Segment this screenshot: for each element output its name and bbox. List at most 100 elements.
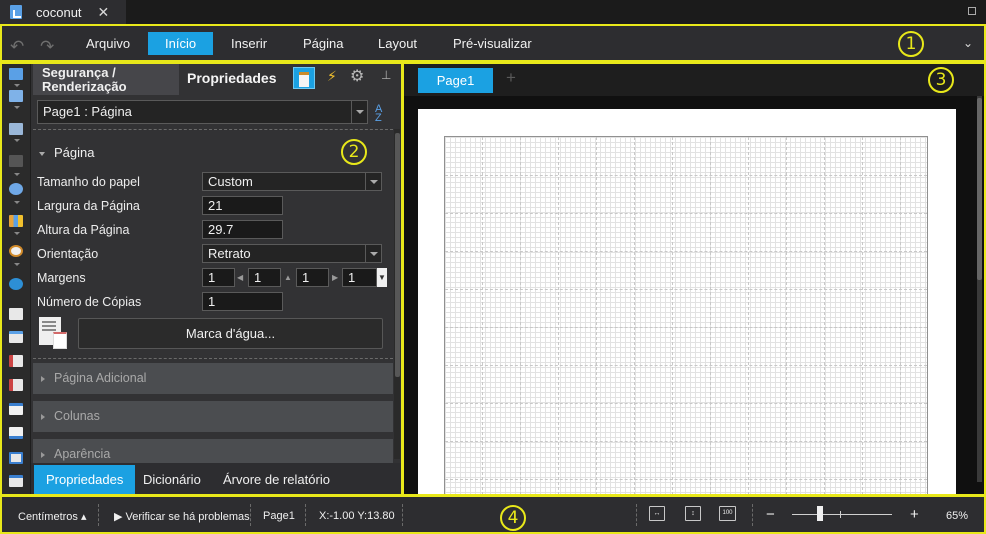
margin-left-arrow-icon[interactable]: ◀ xyxy=(237,273,243,282)
margin-top-input[interactable]: 1 xyxy=(296,268,329,287)
margin-right-arrow-icon[interactable]: ▲ xyxy=(284,273,292,282)
pin-icon[interactable]: ⊥ xyxy=(381,68,391,82)
expand-arrow-icon[interactable] xyxy=(14,84,20,87)
expand-caret-icon xyxy=(41,413,45,420)
tab-security-rendering[interactable]: Segurança / Renderização xyxy=(33,64,179,95)
fit-width-icon[interactable]: ↔ xyxy=(649,506,665,521)
menu-inicio[interactable]: Início xyxy=(148,32,214,55)
margin-left-input[interactable]: 1 xyxy=(202,268,235,287)
chart-tool-icon[interactable] xyxy=(9,215,23,227)
report-page[interactable] xyxy=(418,109,956,495)
canvas-scrollbar-thumb[interactable] xyxy=(977,98,982,280)
menu-pagina[interactable]: Página xyxy=(286,32,360,55)
band-tool-icon[interactable] xyxy=(9,68,23,80)
sort-az-icon[interactable]: AZ xyxy=(375,104,382,124)
gear-icon[interactable]: ⚙ xyxy=(350,66,364,86)
expand-caret-icon xyxy=(41,451,45,458)
image-tool-icon[interactable] xyxy=(9,355,23,367)
annotation-badge-4: 4 xyxy=(500,505,526,531)
expand-arrow-icon[interactable] xyxy=(14,232,20,235)
tab-report-tree[interactable]: Árvore de relatório xyxy=(211,465,342,495)
object-selector-value: Page1 : Página xyxy=(43,104,132,119)
units-selector[interactable]: Centímetros ▴ xyxy=(18,510,87,523)
menu-arquivo[interactable]: Arquivo xyxy=(69,32,147,55)
check-issues-button[interactable]: ▶ Verificar se há problemas xyxy=(114,510,250,523)
annotation-badge-3: 3 xyxy=(928,67,954,93)
chevron-down-icon xyxy=(365,245,381,262)
zoom-slider-track[interactable] xyxy=(792,514,892,515)
restore-window-icon[interactable] xyxy=(968,7,976,15)
table-tool-icon[interactable] xyxy=(9,452,23,464)
expand-arrow-icon[interactable] xyxy=(14,139,20,142)
zoom-slider-thumb[interactable] xyxy=(817,506,823,521)
panel-tool-icon[interactable] xyxy=(9,403,23,415)
checkbox-tool-icon[interactable] xyxy=(9,379,23,391)
document-title: coconut xyxy=(36,4,82,20)
tab-rendering-label: Renderização xyxy=(42,79,127,94)
tab-page1[interactable]: Page1 xyxy=(418,68,493,93)
section-additional-page[interactable]: Página Adicional xyxy=(33,363,393,394)
watermark-button[interactable]: Marca d'água... xyxy=(78,318,383,349)
tab-properties[interactable]: Propriedades xyxy=(187,70,276,86)
zoom-100-button[interactable]: 100 xyxy=(719,506,736,521)
properties-scrollbar-thumb[interactable] xyxy=(395,133,400,377)
add-page-icon[interactable]: + xyxy=(506,68,516,88)
section-appearance[interactable]: Aparência xyxy=(33,439,393,463)
page-height-input[interactable]: 29.7 xyxy=(202,220,283,239)
fit-height-icon[interactable]: ↕ xyxy=(685,506,701,521)
title-bar: coconut ✕ xyxy=(0,0,986,24)
design-canvas[interactable] xyxy=(404,96,984,495)
barcode-tool-icon[interactable] xyxy=(9,155,23,167)
subreport-tool-icon[interactable] xyxy=(9,427,23,439)
margin-bottom-arrow-icon[interactable]: ▼ xyxy=(377,268,387,287)
rich-text-tool-icon[interactable] xyxy=(9,331,23,343)
chevron-down-icon[interactable]: ⌄ xyxy=(963,36,973,50)
zoom-out-button[interactable]: − xyxy=(766,506,775,523)
section-page-header[interactable]: Página xyxy=(39,145,94,160)
section-columns[interactable]: Colunas xyxy=(33,401,393,432)
page-width-input[interactable]: 21 xyxy=(202,196,283,215)
orientation-select[interactable]: Retrato xyxy=(202,244,382,263)
margin-bottom-input[interactable]: 1 xyxy=(342,268,377,287)
menu-inserir[interactable]: Inserir xyxy=(214,32,284,55)
expand-arrow-icon[interactable] xyxy=(14,201,20,204)
undo-icon[interactable]: ↶ xyxy=(10,37,24,57)
properties-icon[interactable] xyxy=(293,67,315,89)
cross-tab-tool-icon[interactable] xyxy=(9,475,23,487)
menu-layout[interactable]: Layout xyxy=(361,32,434,55)
grid-line xyxy=(445,441,927,442)
play-icon: ▶ xyxy=(114,511,123,523)
chevron-down-icon xyxy=(365,173,381,190)
tab-dictionary[interactable]: Dicionário xyxy=(131,465,213,495)
expand-arrow-icon[interactable] xyxy=(14,173,20,176)
tab-bottom-properties[interactable]: Propriedades xyxy=(34,465,136,495)
databand-tool-icon[interactable] xyxy=(9,90,23,102)
menu-pre-visualizar[interactable]: Pré-visualizar xyxy=(436,32,549,55)
zoom-in-button[interactable]: + xyxy=(910,506,919,523)
shapes-tool-icon[interactable] xyxy=(9,183,23,195)
report-designer: Page1 + xyxy=(404,63,984,495)
expand-arrow-icon[interactable] xyxy=(14,106,20,109)
document-tab[interactable]: coconut ✕ xyxy=(0,0,126,24)
cross-band-tool-icon[interactable] xyxy=(9,123,23,135)
grid-line xyxy=(445,213,927,214)
close-document-icon[interactable]: ✕ xyxy=(98,4,110,21)
page-grid[interactable] xyxy=(444,136,928,495)
copies-input[interactable]: 1 xyxy=(202,292,283,311)
paper-size-select[interactable]: Custom xyxy=(202,172,382,191)
text-tool-icon[interactable] xyxy=(9,308,23,320)
grid-line xyxy=(445,479,927,480)
section-columns-title: Colunas xyxy=(54,409,100,423)
section-appearance-title: Aparência xyxy=(54,447,111,461)
margin-right-input[interactable]: 1 xyxy=(248,268,281,287)
paper-size-value: Custom xyxy=(208,174,253,189)
expand-arrow-icon[interactable] xyxy=(14,263,20,266)
redo-icon[interactable]: ↷ xyxy=(40,37,54,57)
margin-top-arrow-icon[interactable]: ▶ xyxy=(332,273,338,282)
gauge-tool-icon[interactable] xyxy=(9,245,23,257)
grid-line xyxy=(445,289,927,290)
section-page-title: Página xyxy=(54,145,95,160)
lightning-icon[interactable]: ⚡ xyxy=(327,68,337,85)
object-selector[interactable]: Page1 : Página xyxy=(37,100,368,124)
map-tool-icon[interactable] xyxy=(9,278,23,290)
